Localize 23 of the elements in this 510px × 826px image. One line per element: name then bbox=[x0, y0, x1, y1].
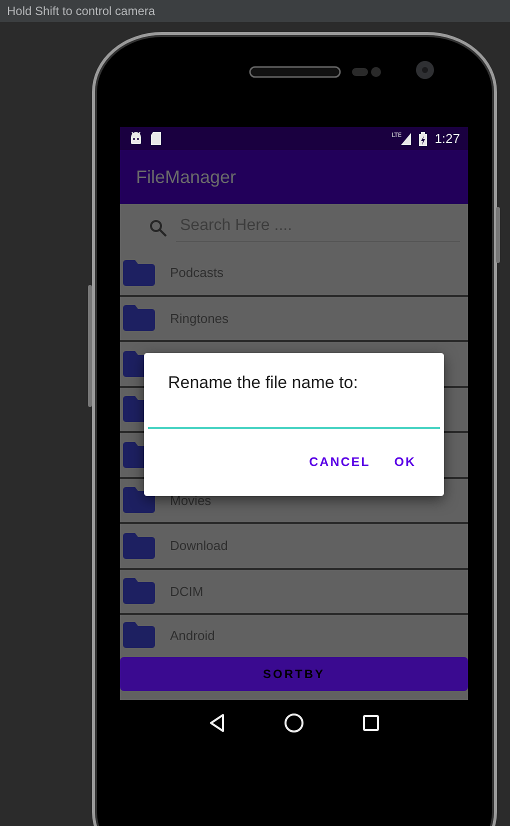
sensor-icon bbox=[352, 67, 381, 77]
signal-icon bbox=[400, 132, 411, 144]
folder-icon bbox=[123, 532, 155, 559]
android-icon bbox=[130, 132, 142, 145]
camera-icon bbox=[416, 61, 434, 79]
app-title: FileManager bbox=[136, 166, 236, 188]
search-icon[interactable] bbox=[149, 218, 167, 236]
recents-icon[interactable] bbox=[362, 715, 379, 731]
folder-icon bbox=[123, 260, 155, 286]
home-icon[interactable] bbox=[284, 713, 304, 733]
sd-card-icon bbox=[150, 132, 162, 145]
speaker-grille-icon bbox=[249, 66, 342, 78]
sort-button[interactable]: SORTBY bbox=[120, 657, 468, 691]
dialog-button[interactable]: OK bbox=[386, 451, 424, 473]
folder-icon bbox=[123, 305, 155, 332]
hint-text: Hold Shift to control camera bbox=[7, 4, 156, 18]
clock: 1:27 bbox=[434, 131, 460, 146]
dialog-button[interactable]: CANCEL bbox=[301, 451, 378, 473]
battery-charging-icon bbox=[418, 132, 427, 146]
folder-icon bbox=[123, 578, 155, 604]
back-icon[interactable] bbox=[209, 714, 226, 732]
folder-icon bbox=[123, 622, 155, 648]
dialog-title: Rename the file name to: bbox=[167, 373, 359, 393]
